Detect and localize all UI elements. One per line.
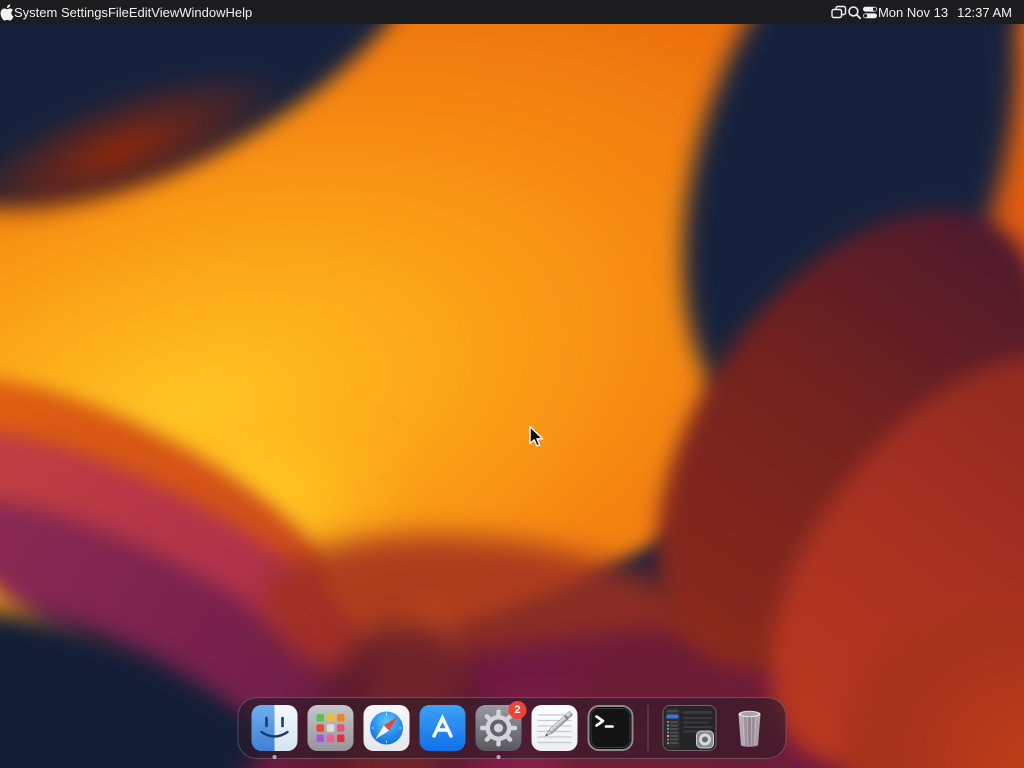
menu-edit[interactable]: Edit — [129, 0, 151, 24]
dock-separator — [647, 705, 649, 751]
clock-date: Mon Nov 13 — [877, 4, 949, 20]
menu-bar-clock[interactable]: Mon Nov 13 12:37 AM — [878, 5, 1012, 20]
menu-bar-right: Mon Nov 13 12:37 AM — [830, 0, 1024, 24]
app-menu[interactable]: System Settings — [14, 0, 108, 24]
safari-icon — [363, 705, 410, 751]
trash-icon — [738, 710, 761, 747]
dock-finder[interactable] — [251, 705, 298, 759]
app-store-icon — [419, 705, 466, 751]
spotlight-search-icon[interactable] — [847, 0, 862, 24]
dock-launchpad[interactable] — [307, 705, 354, 751]
menu-window[interactable]: Window — [179, 0, 225, 24]
running-indicator — [496, 755, 501, 759]
desktop-wallpaper[interactable] — [0, 0, 1024, 768]
dock: 2 — [237, 697, 787, 759]
dock-trash[interactable] — [727, 705, 773, 751]
dock-app-store[interactable] — [419, 705, 466, 751]
menu-bar-left: System Settings File Edit View Window He… — [0, 0, 252, 24]
notification-badge: 2 — [508, 701, 527, 719]
menu-file[interactable]: File — [108, 0, 129, 24]
window-switcher-icon[interactable] — [830, 0, 847, 24]
dock-terminal[interactable] — [587, 705, 634, 751]
terminal-icon — [587, 705, 634, 751]
launchpad-icon — [307, 705, 354, 751]
control-center-icon[interactable] — [862, 0, 878, 24]
dock-system-settings[interactable]: 2 — [475, 701, 527, 759]
running-indicator — [272, 755, 277, 759]
dock-safari[interactable] — [363, 705, 410, 751]
menu-help[interactable]: Help — [226, 0, 253, 24]
apple-menu[interactable] — [0, 0, 14, 24]
menu-view[interactable]: View — [151, 0, 179, 24]
dock-minimized-window[interactable] — [662, 705, 717, 751]
menu-bar: System Settings File Edit View Window He… — [0, 0, 1024, 24]
dock-notes[interactable] — [531, 705, 578, 751]
finder-icon — [251, 705, 298, 751]
minimized-window-thumbnail — [662, 705, 717, 751]
apple-logo-icon — [0, 3, 14, 21]
clock-time: 12:37 AM — [957, 4, 1012, 20]
notes-icon — [531, 705, 578, 751]
